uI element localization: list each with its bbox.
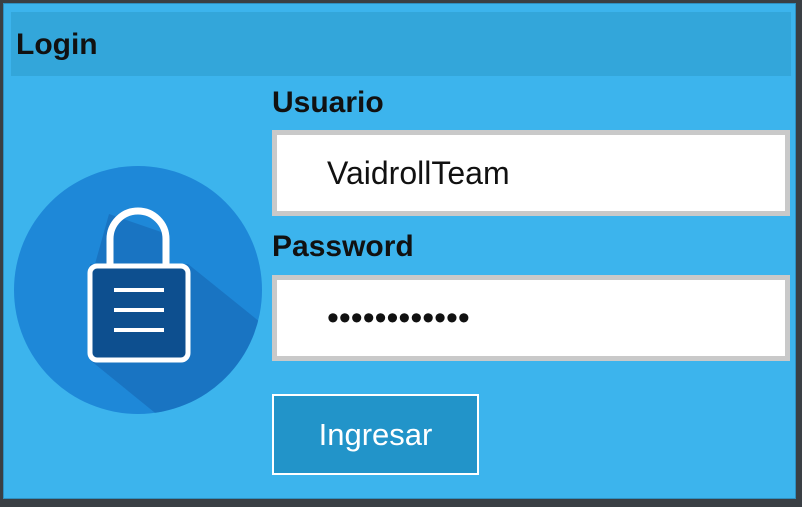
login-button[interactable]: Ingresar: [272, 394, 479, 475]
username-input[interactable]: [272, 130, 790, 216]
password-input[interactable]: [272, 275, 790, 361]
title-bar: Login: [11, 12, 791, 76]
padlock-icon: [14, 166, 262, 414]
username-label: Usuario: [272, 86, 384, 119]
login-window: Login Usuario Password Ingresar: [3, 3, 796, 499]
password-label: Password: [272, 230, 414, 263]
window-title: Login: [16, 28, 98, 61]
